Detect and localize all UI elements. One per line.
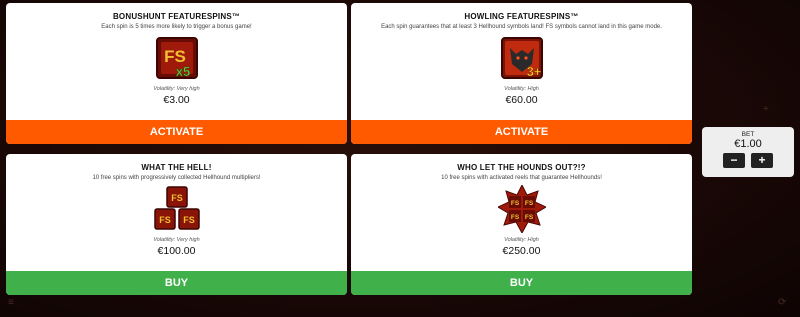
volatility-label: Volatility: High <box>504 237 539 243</box>
volatility-label: Volatility: Very high <box>153 86 200 92</box>
price-label: €100.00 <box>157 245 196 257</box>
volatility-label: Volatility: High <box>504 86 539 92</box>
symbol-fs-label: FS <box>183 215 195 225</box>
hellhound-3plus-symbol-icon: 3+ <box>498 34 546 82</box>
price-label: €250.00 <box>502 245 541 257</box>
symbol-fs-label: FS <box>524 214 533 221</box>
four-fs-star-symbol-icon: FS FS FS FS <box>496 183 547 235</box>
symbol-fs-label: FS <box>510 200 519 207</box>
bonushunt-featurespins-card: BONUSHUNT FEATURESPINS™ Each spin is 5 t… <box>6 3 347 144</box>
menu-icon[interactable]: ≡ <box>8 297 14 308</box>
autoplay-icon[interactable]: ⟳ <box>778 297 786 308</box>
increase-bet-button[interactable]: + <box>751 153 773 168</box>
bet-value: €1.00 <box>734 138 762 150</box>
what-the-hell-card: WHAT THE HELL! 10 free spins with progre… <box>6 154 347 295</box>
activate-button[interactable]: ACTIVATE <box>6 120 347 144</box>
symbol-fs-label: FS <box>510 214 519 221</box>
buy-button[interactable]: BUY <box>6 271 347 295</box>
symbol-fs-label: FS <box>524 200 533 207</box>
symbol-fs-label: FS <box>171 193 183 203</box>
decrease-bet-button[interactable]: − <box>723 153 745 168</box>
card-title: HOWLING FEATURESPINS™ <box>464 12 579 21</box>
three-fs-symbols-icon: FS FS FS <box>153 185 201 233</box>
card-title: WHO LET THE HOUNDS OUT?!? <box>457 163 586 172</box>
howling-featurespins-card: HOWLING FEATURESPINS™ Each spin guarante… <box>351 3 692 144</box>
card-description: 10 free spins with activated reels that … <box>441 175 602 181</box>
card-description: 10 free spins with progressively collect… <box>92 175 261 181</box>
plus-icon: + <box>763 104 769 115</box>
price-label: €3.00 <box>163 94 190 106</box>
symbol-badge-label: 3+ <box>526 64 541 79</box>
symbol-badge-label: x5 <box>175 64 189 79</box>
who-let-the-hounds-out-card: WHO LET THE HOUNDS OUT?!? 10 free spins … <box>351 154 692 295</box>
symbol-fs-label: FS <box>159 215 171 225</box>
bet-panel: BET €1.00 − + <box>702 127 794 177</box>
fs-x5-symbol-icon: FS x5 <box>153 34 201 82</box>
card-title: WHAT THE HELL! <box>141 163 212 172</box>
card-description: Each spin is 5 times more likely to trig… <box>101 24 252 30</box>
card-description: Each spin guarantees that at least 3 Hel… <box>381 24 662 30</box>
buy-button[interactable]: BUY <box>351 271 692 295</box>
bet-label: BET <box>741 131 755 138</box>
volatility-label: Volatility: Very high <box>153 237 200 243</box>
card-title: BONUSHUNT FEATURESPINS™ <box>112 12 241 21</box>
price-label: €60.00 <box>505 94 538 106</box>
activate-button[interactable]: ACTIVATE <box>351 120 692 144</box>
